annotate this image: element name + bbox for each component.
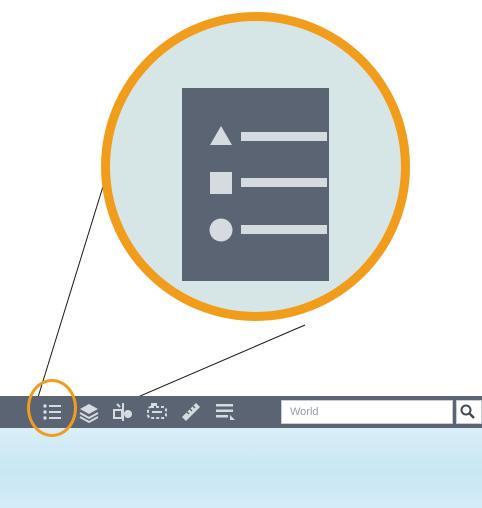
legend-icon-graphic (209, 126, 327, 242)
basemap-button[interactable] (111, 400, 135, 424)
measure-button[interactable] (179, 400, 203, 424)
search-input[interactable] (282, 401, 452, 423)
layers-button[interactable] (77, 400, 101, 424)
search-box (281, 400, 453, 424)
map-canvas[interactable] (0, 428, 482, 508)
legend-line-3 (241, 225, 327, 234)
search-icon (460, 404, 475, 419)
bookmarks-icon (147, 403, 167, 419)
legend-line-1 (241, 132, 327, 141)
basemap-icon (113, 403, 132, 421)
measure-icon (182, 403, 200, 421)
magnifier-callout (101, 12, 410, 321)
circle-symbol (209, 218, 233, 242)
table-of-contents-button[interactable] (213, 400, 237, 424)
table-of-contents-icon (216, 404, 235, 420)
bookmarks-button[interactable] (145, 400, 169, 424)
legend-icon (182, 88, 329, 281)
legend-line-2 (241, 178, 327, 187)
layers-icon (79, 404, 99, 424)
search-button[interactable] (456, 400, 482, 424)
highlight-ring (27, 379, 77, 437)
triangle-symbol (210, 126, 232, 145)
square-symbol (210, 172, 232, 194)
